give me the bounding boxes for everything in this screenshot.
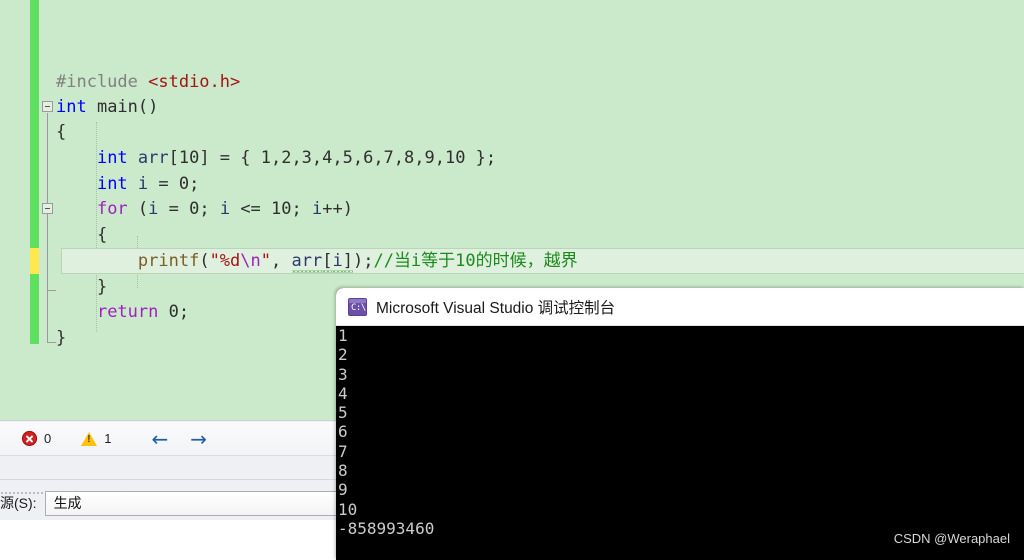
- code-line[interactable]: printf("%d\n", arr[i]);//当i等于10的时候，越界: [56, 249, 578, 275]
- code-token: <stdio.h>: [148, 72, 241, 92]
- code-token: for: [96, 199, 128, 219]
- error-count-label: 0: [44, 431, 52, 446]
- console-output[interactable]: 1 2 3 4 5 6 7 8 9 10 -858993460: [336, 325, 1024, 560]
- warning-count-label: 1: [104, 431, 112, 446]
- code-token: (: [127, 199, 149, 219]
- code-token: arr: [137, 148, 169, 168]
- code-token: \n: [240, 251, 261, 271]
- code-token: //当i等于10的时候，越界: [373, 251, 578, 271]
- code-token: i: [332, 251, 343, 271]
- code-token: ]: [342, 251, 353, 271]
- code-token: ": [260, 251, 272, 271]
- code-token: ,: [271, 251, 292, 271]
- code-token: = 0;: [158, 199, 220, 219]
- code-line[interactable]: {: [56, 120, 66, 146]
- console-app-icon-text: C:\: [351, 302, 366, 313]
- code-token: {: [56, 225, 108, 245]
- code-line[interactable]: for (i = 0; i <= 10; i++): [56, 197, 353, 223]
- console-title-bar[interactable]: C:\ Microsoft Visual Studio 调试控制台: [336, 288, 1024, 326]
- code-token: }: [56, 328, 67, 348]
- code-token: arr: [291, 251, 323, 271]
- code-token: = 0;: [148, 174, 200, 194]
- code-token: }: [56, 277, 108, 297]
- code-token: (: [199, 251, 210, 271]
- code-token: i: [137, 174, 149, 194]
- source-combobox-value: 生成: [53, 495, 82, 511]
- console-title-text: Microsoft Visual Studio 调试控制台: [376, 299, 616, 317]
- error-count-item[interactable]: 0: [22, 431, 51, 446]
- back-arrow-icon[interactable]: ←: [151, 429, 168, 449]
- code-token: <= 10;: [230, 199, 312, 219]
- source-combobox[interactable]: 生成: [44, 490, 375, 516]
- error-icon: [22, 431, 37, 446]
- code-token: i: [219, 199, 231, 219]
- code-token: main(): [96, 97, 159, 117]
- code-token: #include: [56, 72, 149, 92]
- code-token: );: [352, 251, 374, 271]
- source-selector-row: 源(S): 生成: [0, 490, 375, 516]
- code-line[interactable]: int arr[10] = { 1,2,3,4,5,6,7,8,9,10 };: [56, 146, 496, 172]
- code-token: "%d: [209, 251, 241, 271]
- console-app-icon: C:\: [348, 297, 367, 316]
- code-line[interactable]: {: [56, 223, 107, 249]
- code-token: 0;: [158, 302, 190, 322]
- code-token: i: [311, 199, 323, 219]
- code-line[interactable]: int main(): [56, 95, 158, 121]
- code-token: ++): [322, 199, 353, 219]
- code-token: int: [96, 174, 138, 194]
- code-token: int: [56, 97, 97, 117]
- code-line[interactable]: #include <stdio.h>: [56, 70, 240, 96]
- source-label: 源(S):: [0, 495, 37, 511]
- code-token: {: [56, 122, 67, 142]
- code-line[interactable]: int i = 0;: [56, 172, 199, 198]
- code-token: i: [148, 199, 159, 219]
- code-token: [: [322, 251, 333, 271]
- code-token: return: [96, 302, 159, 322]
- code-token: printf: [137, 251, 200, 271]
- code-token: [10] = { 1,2,3,4,5,6,7,8,9,10 };: [168, 148, 497, 168]
- screen: #include <stdio.h> int main(){ int arr[10…: [0, 0, 1024, 560]
- warning-icon: [81, 431, 98, 446]
- watermark-text: CSDN @Weraphael: [893, 531, 1010, 546]
- forward-arrow-icon[interactable]: →: [190, 429, 207, 449]
- code-line[interactable]: }: [56, 275, 107, 301]
- error-list-navigation[interactable]: ← →: [151, 429, 207, 449]
- code-line[interactable]: return 0;: [56, 300, 189, 326]
- debug-console-window[interactable]: C:\ Microsoft Visual Studio 调试控制台 1 2 3 …: [336, 288, 1024, 560]
- warning-count-item[interactable]: 1: [81, 431, 111, 446]
- code-line[interactable]: }: [56, 326, 66, 352]
- code-token: int: [96, 148, 138, 168]
